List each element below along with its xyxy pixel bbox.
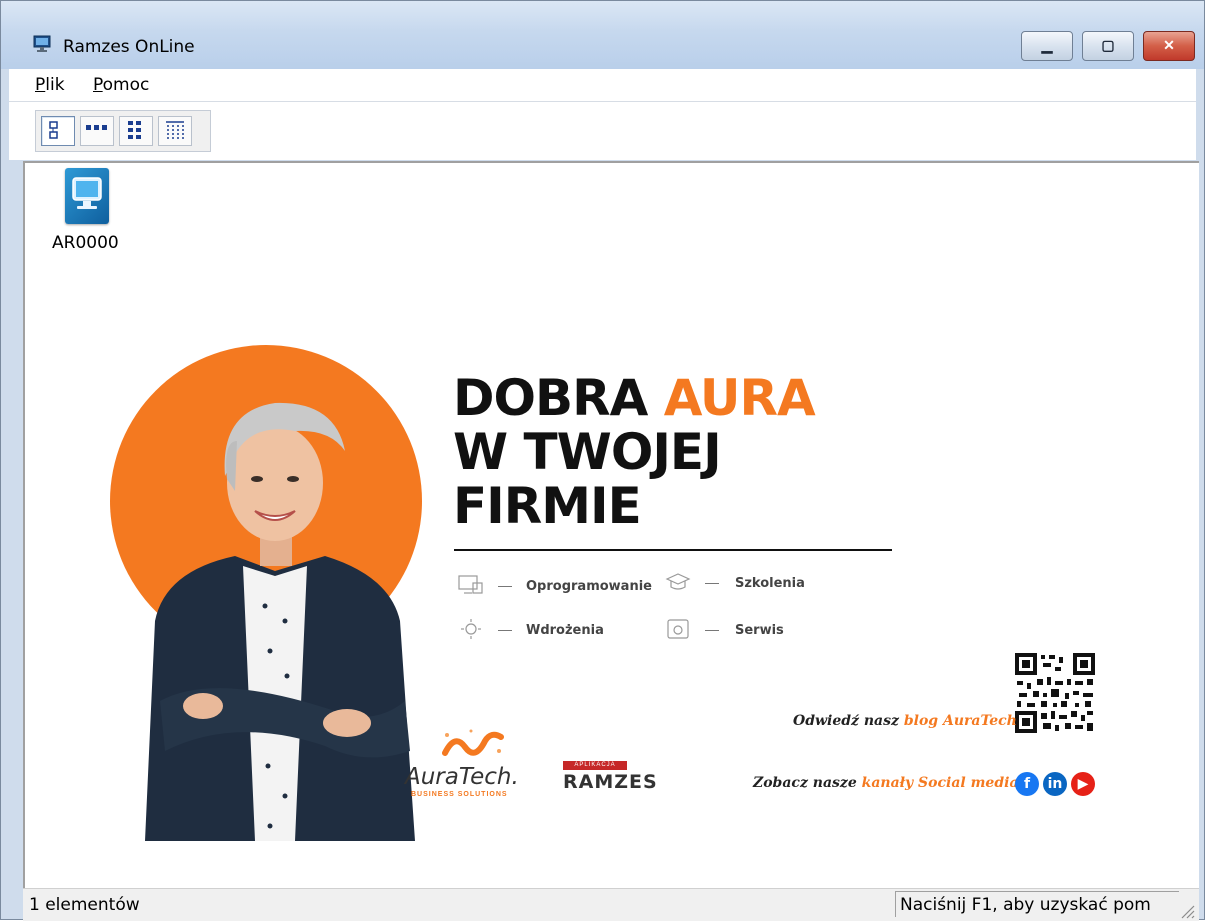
- view-list-button[interactable]: [119, 116, 153, 146]
- linkedin-icon[interactable]: in: [1043, 772, 1067, 796]
- social-note: Zobacz nasze kanały Social media: [753, 775, 1019, 791]
- details-view-icon: [166, 121, 184, 140]
- computer-monitor-icon: [65, 168, 109, 224]
- social-prefix: Zobacz nasze: [753, 775, 862, 791]
- service-szkolenia: Szkolenia: [735, 576, 805, 591]
- headline-divider: [454, 549, 892, 551]
- menu-plik[interactable]: Plik: [35, 75, 65, 95]
- window-title: Ramzes OnLine: [63, 37, 195, 57]
- view-large-icons-button[interactable]: [41, 116, 75, 146]
- facebook-icon[interactable]: f: [1015, 772, 1039, 796]
- qr-code-image: [1015, 653, 1095, 733]
- woman-portrait-image: [145, 402, 415, 841]
- list-view-icon: [128, 121, 141, 139]
- close-icon: ✕: [1163, 37, 1175, 53]
- view-small-icons-button[interactable]: [80, 116, 114, 146]
- headline-line3: FIRMIE: [453, 477, 642, 535]
- menu-pomoc-accel: P: [93, 75, 103, 95]
- implementation-icon: [461, 619, 481, 639]
- status-bar: 1 elementów Naciśnij F1, aby uzyskać pom: [23, 888, 1199, 921]
- large-icons-view-icon: [49, 121, 58, 139]
- blog-prefix: Odwiedź nasz: [793, 713, 904, 729]
- title-bar[interactable]: Ramzes OnLine ▁ ▢ ✕: [1, 1, 1204, 69]
- service-dash: [498, 586, 512, 587]
- service-wdrozenia: Wdrożenia: [526, 623, 604, 638]
- minimize-icon: ▁: [1041, 37, 1053, 53]
- service-icon: [667, 619, 689, 639]
- maximize-button[interactable]: ▢: [1082, 31, 1134, 61]
- auratech-logo: AuraTech. BUSINESS SOLUTIONS: [405, 723, 535, 803]
- content-area: AR0000 DOBRA AURA W TWOJEJ FIRMIE Oprogr…: [23, 161, 1199, 888]
- headline-line1-accent: AURA: [663, 369, 816, 427]
- menu-plik-rest: lik: [45, 75, 65, 95]
- banner-headline: DOBRA AURA W TWOJEJ FIRMIE: [453, 369, 816, 535]
- youtube-icon[interactable]: ▶: [1071, 772, 1095, 796]
- ramzes-logo-tag: APLIKACJA: [563, 761, 627, 770]
- promo-banner: DOBRA AURA W TWOJEJ FIRMIE Oprogramowani…: [105, 343, 1105, 843]
- software-icon: [458, 575, 483, 594]
- close-button[interactable]: ✕: [1143, 31, 1195, 61]
- menu-pomoc[interactable]: Pomoc: [93, 75, 149, 95]
- app-monitor-icon: [33, 35, 51, 52]
- headline-line1-prefix: DOBRA: [453, 369, 664, 427]
- view-details-button[interactable]: [158, 116, 192, 146]
- service-serwis: Serwis: [735, 623, 784, 638]
- service-dash: [705, 630, 719, 631]
- auratech-logo-subtext: BUSINESS SOLUTIONS: [411, 791, 508, 798]
- status-item-count: 1 elementów: [29, 895, 140, 915]
- social-link[interactable]: kanały Social media: [862, 775, 1019, 791]
- ramzes-logo: APLIKACJA RAMZES: [563, 761, 673, 801]
- service-dash: [498, 630, 512, 631]
- small-icons-view-icon: [86, 125, 107, 130]
- headline-line2: W TWOJEJ: [453, 423, 722, 481]
- headline-line1: DOBRA AURA: [453, 369, 816, 427]
- maximize-icon: ▢: [1101, 37, 1115, 53]
- auratech-logo-mark-icon: [442, 729, 504, 756]
- ramzes-logo-text: RAMZES: [563, 771, 658, 793]
- blog-link[interactable]: blog AuraTech: [904, 713, 1017, 729]
- resize-grip-icon[interactable]: [1179, 903, 1195, 919]
- view-mode-group: [35, 110, 211, 152]
- item-label: AR0000: [52, 233, 119, 253]
- menu-bar: Plik Pomoc: [9, 69, 1196, 101]
- service-dash: [705, 583, 719, 584]
- menu-plik-accel: P: [35, 75, 46, 95]
- service-oprogramowanie: Oprogramowanie: [526, 579, 652, 594]
- menu-pomoc-rest: omoc: [102, 75, 150, 95]
- blog-note: Odwiedź nasz blog AuraTech: [793, 713, 1017, 729]
- status-help-text: Naciśnij F1, aby uzyskać pom: [900, 895, 1151, 915]
- status-help-panel: Naciśnij F1, aby uzyskać pom: [895, 891, 1179, 917]
- training-icon: [665, 573, 691, 590]
- app-window: Ramzes OnLine ▁ ▢ ✕ Plik Pomoc AR0000 DO…: [0, 0, 1205, 921]
- toolbar: [9, 101, 1196, 160]
- auratech-logo-text: AuraTech.: [405, 764, 519, 790]
- minimize-button[interactable]: ▁: [1021, 31, 1073, 61]
